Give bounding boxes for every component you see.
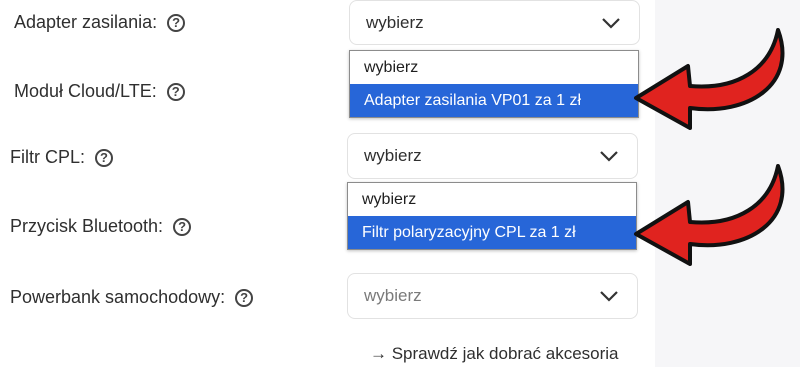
cpl-dropdown: wybierz Filtr polaryzacyjny CPL za 1 zł (347, 182, 637, 250)
adapter-option-vp01[interactable]: Adapter zasilania VP01 za 1 zł (350, 84, 638, 117)
chevron-down-icon (602, 17, 620, 29)
label-text: Adapter zasilania: (14, 12, 158, 32)
field-label-cloud: Moduł Cloud/LTE: ? (14, 81, 185, 102)
chevron-down-icon (600, 291, 618, 302)
red-arrow-icon (634, 28, 785, 130)
chevron-down-icon (600, 151, 618, 162)
label-text: Przycisk Bluetooth: (10, 216, 164, 236)
question-circle-icon[interactable]: ? (167, 13, 186, 32)
cpl-option-polarizing[interactable]: Filtr polaryzacyjny CPL za 1 zł (348, 216, 636, 249)
label-text: Powerbank samochodowy: (10, 287, 226, 307)
select-value: wybierz (364, 286, 422, 305)
field-label-adapter: Adapter zasilania: ? (14, 12, 186, 33)
question-circle-icon[interactable]: ? (95, 148, 114, 167)
cpl-select[interactable]: wybierz (347, 133, 638, 179)
question-circle-icon[interactable]: ? (235, 288, 254, 307)
field-label-cpl: Filtr CPL: ? (10, 147, 114, 168)
select-value: wybierz (366, 12, 424, 32)
powerbank-select[interactable]: wybierz (347, 273, 638, 319)
question-circle-icon[interactable]: ? (166, 82, 185, 101)
adapter-select[interactable]: wybierz (349, 0, 640, 45)
red-arrow-icon (634, 164, 785, 266)
field-label-powerbank: Powerbank samochodowy: ? (10, 287, 254, 308)
question-circle-icon[interactable]: ? (173, 217, 192, 236)
adapter-option-default[interactable]: wybierz (350, 51, 638, 84)
label-text: Filtr CPL: (10, 147, 86, 167)
adapter-dropdown: wybierz Adapter zasilania VP01 za 1 zł (349, 50, 639, 118)
label-text: Moduł Cloud/LTE: (14, 81, 157, 101)
field-label-bluetooth: Przycisk Bluetooth: ? (10, 216, 192, 237)
select-value: wybierz (364, 146, 422, 165)
accessories-guide-link[interactable]: → Sprawdź jak dobrać akcesoria (370, 344, 619, 364)
cpl-option-default[interactable]: wybierz (348, 183, 636, 216)
